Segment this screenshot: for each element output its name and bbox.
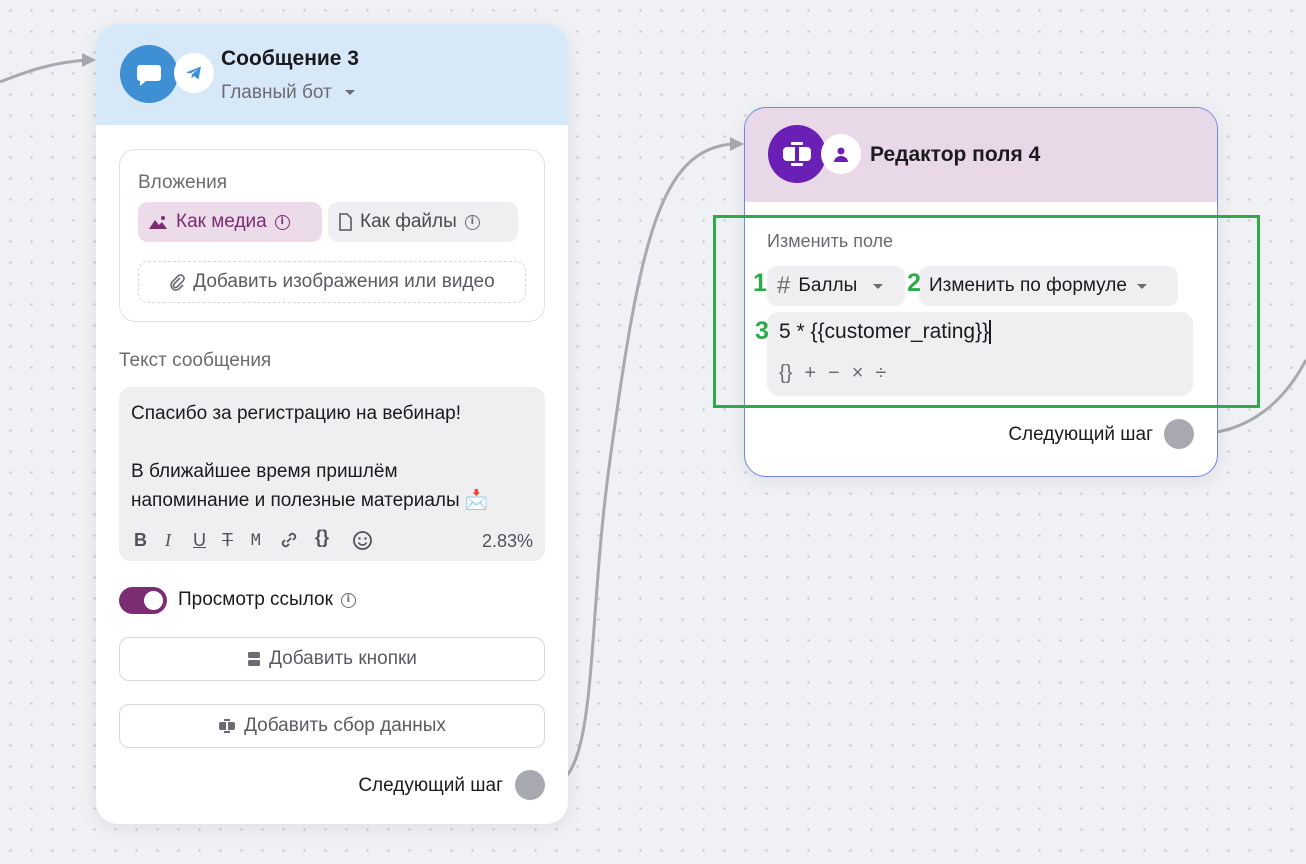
info-icon[interactable]: i xyxy=(340,592,356,608)
next-step-label: Следующий шаг xyxy=(1008,424,1153,445)
variables-button[interactable]: {} xyxy=(315,527,329,548)
message-text-editor[interactable]: Спасибо за регистрацию на вебинар! В бли… xyxy=(119,387,545,561)
field-editor-title: Редактор поля 4 xyxy=(870,143,1041,166)
link-preview-toggle[interactable] xyxy=(119,587,167,614)
image-icon xyxy=(149,216,167,229)
message-icon xyxy=(120,45,178,103)
link-preview-label: Просмотр ссылок xyxy=(178,589,333,610)
bold-button[interactable]: B xyxy=(134,530,147,551)
link-preview-row: Просмотр ссылок i xyxy=(178,589,356,611)
attachments-box: Вложения Как медиа i Как файлы i Добавит… xyxy=(119,149,545,322)
user-icon xyxy=(821,134,861,174)
underline-button[interactable]: U xyxy=(193,530,206,551)
field-editor-icon xyxy=(768,125,826,183)
message-node-header[interactable]: Сообщение 3 Главный бот xyxy=(96,24,568,125)
info-icon[interactable]: i xyxy=(464,214,480,230)
attachments-label: Вложения xyxy=(138,172,227,193)
message-node-title: Сообщение 3 xyxy=(221,47,359,70)
envelope-emoji: 📩 xyxy=(464,490,489,511)
as-media-toggle[interactable]: Как медиа i xyxy=(138,202,322,242)
info-icon[interactable]: i xyxy=(274,214,290,230)
bot-selector[interactable]: Главный бот xyxy=(221,82,356,104)
message-line: напоминание и полезные материалы xyxy=(131,490,460,511)
annotation-number-2: 2 xyxy=(907,269,921,297)
annotation-number-1: 1 xyxy=(753,269,767,297)
buttons-icon xyxy=(248,652,261,666)
add-media-label: Добавить изображения или видео xyxy=(193,271,495,292)
paperclip-icon xyxy=(170,274,186,291)
link-icon[interactable] xyxy=(279,530,299,550)
message-line: В ближайшее время пришлём xyxy=(131,461,398,482)
as-media-label: Как медиа xyxy=(176,211,267,232)
message-node[interactable]: Сообщение 3 Главный бот Вложения Как мед… xyxy=(96,24,568,824)
next-step-port[interactable] xyxy=(515,770,545,800)
message-text-label: Текст сообщения xyxy=(119,350,272,371)
italic-button[interactable]: I xyxy=(165,530,171,551)
add-data-collection-label: Добавить сбор данных xyxy=(244,715,446,736)
monospace-button[interactable]: M xyxy=(251,530,261,549)
message-text: Спасибо за регистрацию на вебинар! В бли… xyxy=(131,399,489,515)
add-media-button[interactable]: Добавить изображения или видео xyxy=(138,261,526,303)
telegram-icon xyxy=(174,53,214,93)
bot-name: Главный бот xyxy=(221,82,332,103)
add-data-collection-button[interactable]: Добавить сбор данных xyxy=(119,704,545,748)
add-buttons-label: Добавить кнопки xyxy=(269,648,417,669)
field-editor-node-header[interactable]: Редактор поля 4 xyxy=(745,108,1217,202)
editor-input-arrow xyxy=(730,137,744,151)
chevron-down-icon xyxy=(345,90,356,96)
text-cursor-icon xyxy=(219,719,236,733)
file-icon xyxy=(339,213,352,231)
add-buttons-button[interactable]: Добавить кнопки xyxy=(119,637,545,681)
incoming-wire xyxy=(0,58,89,84)
as-files-label: Как файлы xyxy=(360,211,457,232)
message-counter: 2.83% xyxy=(481,531,533,551)
annotation-highlight-box xyxy=(713,215,1260,408)
next-step-label: Следующий шаг xyxy=(358,775,503,796)
wire-message-to-editor xyxy=(544,142,733,789)
toggle-knob xyxy=(144,591,163,610)
message-line: Спасибо за регистрацию на вебинар! xyxy=(131,403,461,424)
annotation-number-3: 3 xyxy=(755,317,769,345)
next-step-port[interactable] xyxy=(1164,419,1194,449)
incoming-arrow xyxy=(82,53,96,67)
as-files-toggle[interactable]: Как файлы i xyxy=(328,202,518,242)
strikethrough-button[interactable]: T xyxy=(222,530,233,551)
emoji-icon[interactable] xyxy=(352,530,373,551)
